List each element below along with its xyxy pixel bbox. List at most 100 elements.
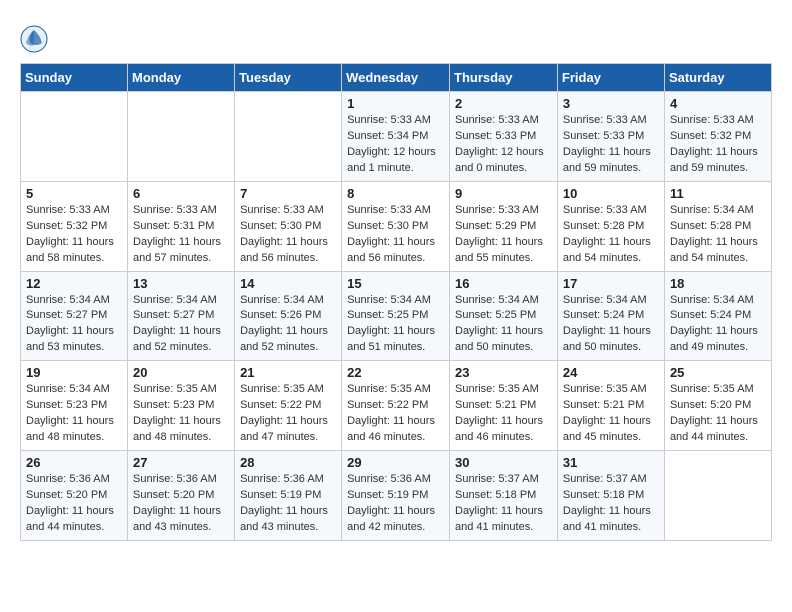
calendar-cell <box>235 92 342 182</box>
day-header-friday: Friday <box>557 64 664 92</box>
day-info: Sunrise: 5:33 AM Sunset: 5:30 PM Dayligh… <box>240 203 336 267</box>
calendar-cell: 28 Sunrise: 5:36 AM Sunset: 5:19 PM Dayli… <box>235 451 342 541</box>
day-number: 14 <box>240 276 336 291</box>
calendar-cell: 27 Sunrise: 5:36 AM Sunset: 5:20 PM Dayli… <box>128 451 235 541</box>
day-info: Sunrise: 5:35 AM Sunset: 5:20 PM Dayligh… <box>670 382 766 446</box>
calendar-cell: 7 Sunrise: 5:33 AM Sunset: 5:30 PM Daylig… <box>235 181 342 271</box>
day-number: 19 <box>26 365 122 380</box>
week-row-3: 12 Sunrise: 5:34 AM Sunset: 5:27 PM Dayli… <box>21 271 772 361</box>
day-info: Sunrise: 5:33 AM Sunset: 5:33 PM Dayligh… <box>455 113 552 177</box>
calendar-cell <box>128 92 235 182</box>
day-number: 2 <box>455 96 552 111</box>
day-info: Sunrise: 5:33 AM Sunset: 5:28 PM Dayligh… <box>563 203 659 267</box>
calendar-cell: 8Sunrise: 5:33 AM Sunset: 5:30 PM Daylig… <box>342 181 450 271</box>
calendar-cell: 17 Sunrise: 5:34 AM Sunset: 5:24 PM Dayli… <box>557 271 664 361</box>
calendar-cell: 16 Sunrise: 5:34 AM Sunset: 5:25 PM Dayli… <box>450 271 558 361</box>
week-row-5: 26 Sunrise: 5:36 AM Sunset: 5:20 PM Dayli… <box>21 451 772 541</box>
day-number: 29 <box>347 455 444 470</box>
day-number: 23 <box>455 365 552 380</box>
day-header-saturday: Saturday <box>664 64 771 92</box>
day-info: Sunrise: 5:36 AM Sunset: 5:19 PM Dayligh… <box>347 472 444 536</box>
calendar-cell: 31 Sunrise: 5:37 AM Sunset: 5:18 PM Dayli… <box>557 451 664 541</box>
day-number: 26 <box>26 455 122 470</box>
day-info: Sunrise: 5:34 AM Sunset: 5:23 PM Dayligh… <box>26 382 122 446</box>
calendar-cell: 19 Sunrise: 5:34 AM Sunset: 5:23 PM Dayli… <box>21 361 128 451</box>
calendar-cell: 5 Sunrise: 5:33 AM Sunset: 5:32 PM Daylig… <box>21 181 128 271</box>
day-info: Sunrise: 5:34 AM Sunset: 5:28 PM Dayligh… <box>670 203 766 267</box>
day-info: Sunrise: 5:33 AM Sunset: 5:33 PM Dayligh… <box>563 113 659 177</box>
calendar-cell: 12 Sunrise: 5:34 AM Sunset: 5:27 PM Dayli… <box>21 271 128 361</box>
day-headers-row: SundayMondayTuesdayWednesdayThursdayFrid… <box>21 64 772 92</box>
calendar-cell: 18 Sunrise: 5:34 AM Sunset: 5:24 PM Dayli… <box>664 271 771 361</box>
day-number: 17 <box>563 276 659 291</box>
day-header-thursday: Thursday <box>450 64 558 92</box>
day-number: 18 <box>670 276 766 291</box>
week-row-4: 19 Sunrise: 5:34 AM Sunset: 5:23 PM Dayli… <box>21 361 772 451</box>
day-number: 16 <box>455 276 552 291</box>
calendar-cell: 29 Sunrise: 5:36 AM Sunset: 5:19 PM Dayli… <box>342 451 450 541</box>
day-number: 4 <box>670 96 766 111</box>
day-number: 9 <box>455 186 552 201</box>
calendar-cell: 30Sunrise: 5:37 AM Sunset: 5:18 PM Dayli… <box>450 451 558 541</box>
calendar-cell <box>664 451 771 541</box>
calendar-cell: 4 Sunrise: 5:33 AM Sunset: 5:32 PM Daylig… <box>664 92 771 182</box>
day-info: Sunrise: 5:34 AM Sunset: 5:25 PM Dayligh… <box>455 293 552 357</box>
calendar-cell: 23Sunrise: 5:35 AM Sunset: 5:21 PM Dayli… <box>450 361 558 451</box>
calendar-table: SundayMondayTuesdayWednesdayThursdayFrid… <box>20 63 772 541</box>
day-number: 13 <box>133 276 229 291</box>
day-number: 27 <box>133 455 229 470</box>
day-info: Sunrise: 5:34 AM Sunset: 5:26 PM Dayligh… <box>240 293 336 357</box>
calendar-cell: 10 Sunrise: 5:33 AM Sunset: 5:28 PM Dayli… <box>557 181 664 271</box>
day-header-sunday: Sunday <box>21 64 128 92</box>
day-info: Sunrise: 5:35 AM Sunset: 5:23 PM Dayligh… <box>133 382 229 446</box>
calendar-cell: 24 Sunrise: 5:35 AM Sunset: 5:21 PM Dayli… <box>557 361 664 451</box>
day-info: Sunrise: 5:36 AM Sunset: 5:20 PM Dayligh… <box>26 472 122 536</box>
day-info: Sunrise: 5:36 AM Sunset: 5:20 PM Dayligh… <box>133 472 229 536</box>
day-info: Sunrise: 5:33 AM Sunset: 5:31 PM Dayligh… <box>133 203 229 267</box>
day-number: 25 <box>670 365 766 380</box>
page-header <box>20 20 772 53</box>
calendar-cell: 3 Sunrise: 5:33 AM Sunset: 5:33 PM Daylig… <box>557 92 664 182</box>
day-info: Sunrise: 5:36 AM Sunset: 5:19 PM Dayligh… <box>240 472 336 536</box>
day-header-monday: Monday <box>128 64 235 92</box>
day-number: 3 <box>563 96 659 111</box>
day-number: 21 <box>240 365 336 380</box>
day-number: 8 <box>347 186 444 201</box>
day-info: Sunrise: 5:33 AM Sunset: 5:34 PM Dayligh… <box>347 113 444 177</box>
day-header-wednesday: Wednesday <box>342 64 450 92</box>
calendar-cell: 25 Sunrise: 5:35 AM Sunset: 5:20 PM Dayli… <box>664 361 771 451</box>
calendar-cell: 15 Sunrise: 5:34 AM Sunset: 5:25 PM Dayli… <box>342 271 450 361</box>
day-info: Sunrise: 5:37 AM Sunset: 5:18 PM Dayligh… <box>563 472 659 536</box>
day-number: 10 <box>563 186 659 201</box>
week-row-1: 1 Sunrise: 5:33 AM Sunset: 5:34 PM Daylig… <box>21 92 772 182</box>
day-info: Sunrise: 5:34 AM Sunset: 5:27 PM Dayligh… <box>26 293 122 357</box>
day-info: Sunrise: 5:35 AM Sunset: 5:22 PM Dayligh… <box>240 382 336 446</box>
calendar-cell: 20Sunrise: 5:35 AM Sunset: 5:23 PM Dayli… <box>128 361 235 451</box>
day-number: 15 <box>347 276 444 291</box>
day-info: Sunrise: 5:34 AM Sunset: 5:25 PM Dayligh… <box>347 293 444 357</box>
calendar-cell: 6Sunrise: 5:33 AM Sunset: 5:31 PM Daylig… <box>128 181 235 271</box>
day-info: Sunrise: 5:34 AM Sunset: 5:24 PM Dayligh… <box>670 293 766 357</box>
calendar-cell: 2 Sunrise: 5:33 AM Sunset: 5:33 PM Daylig… <box>450 92 558 182</box>
day-number: 28 <box>240 455 336 470</box>
day-info: Sunrise: 5:33 AM Sunset: 5:32 PM Dayligh… <box>26 203 122 267</box>
day-number: 12 <box>26 276 122 291</box>
day-number: 5 <box>26 186 122 201</box>
calendar-cell: 11 Sunrise: 5:34 AM Sunset: 5:28 PM Dayli… <box>664 181 771 271</box>
day-info: Sunrise: 5:34 AM Sunset: 5:27 PM Dayligh… <box>133 293 229 357</box>
day-number: 30 <box>455 455 552 470</box>
calendar-cell: 21 Sunrise: 5:35 AM Sunset: 5:22 PM Dayli… <box>235 361 342 451</box>
day-info: Sunrise: 5:35 AM Sunset: 5:21 PM Dayligh… <box>563 382 659 446</box>
day-info: Sunrise: 5:34 AM Sunset: 5:24 PM Dayligh… <box>563 293 659 357</box>
day-number: 31 <box>563 455 659 470</box>
calendar-cell: 26 Sunrise: 5:36 AM Sunset: 5:20 PM Dayli… <box>21 451 128 541</box>
day-info: Sunrise: 5:33 AM Sunset: 5:29 PM Dayligh… <box>455 203 552 267</box>
calendar-cell: 13 Sunrise: 5:34 AM Sunset: 5:27 PM Dayli… <box>128 271 235 361</box>
day-info: Sunrise: 5:33 AM Sunset: 5:32 PM Dayligh… <box>670 113 766 177</box>
day-number: 11 <box>670 186 766 201</box>
day-number: 7 <box>240 186 336 201</box>
calendar-cell: 1 Sunrise: 5:33 AM Sunset: 5:34 PM Daylig… <box>342 92 450 182</box>
day-number: 22 <box>347 365 444 380</box>
day-number: 1 <box>347 96 444 111</box>
day-number: 24 <box>563 365 659 380</box>
